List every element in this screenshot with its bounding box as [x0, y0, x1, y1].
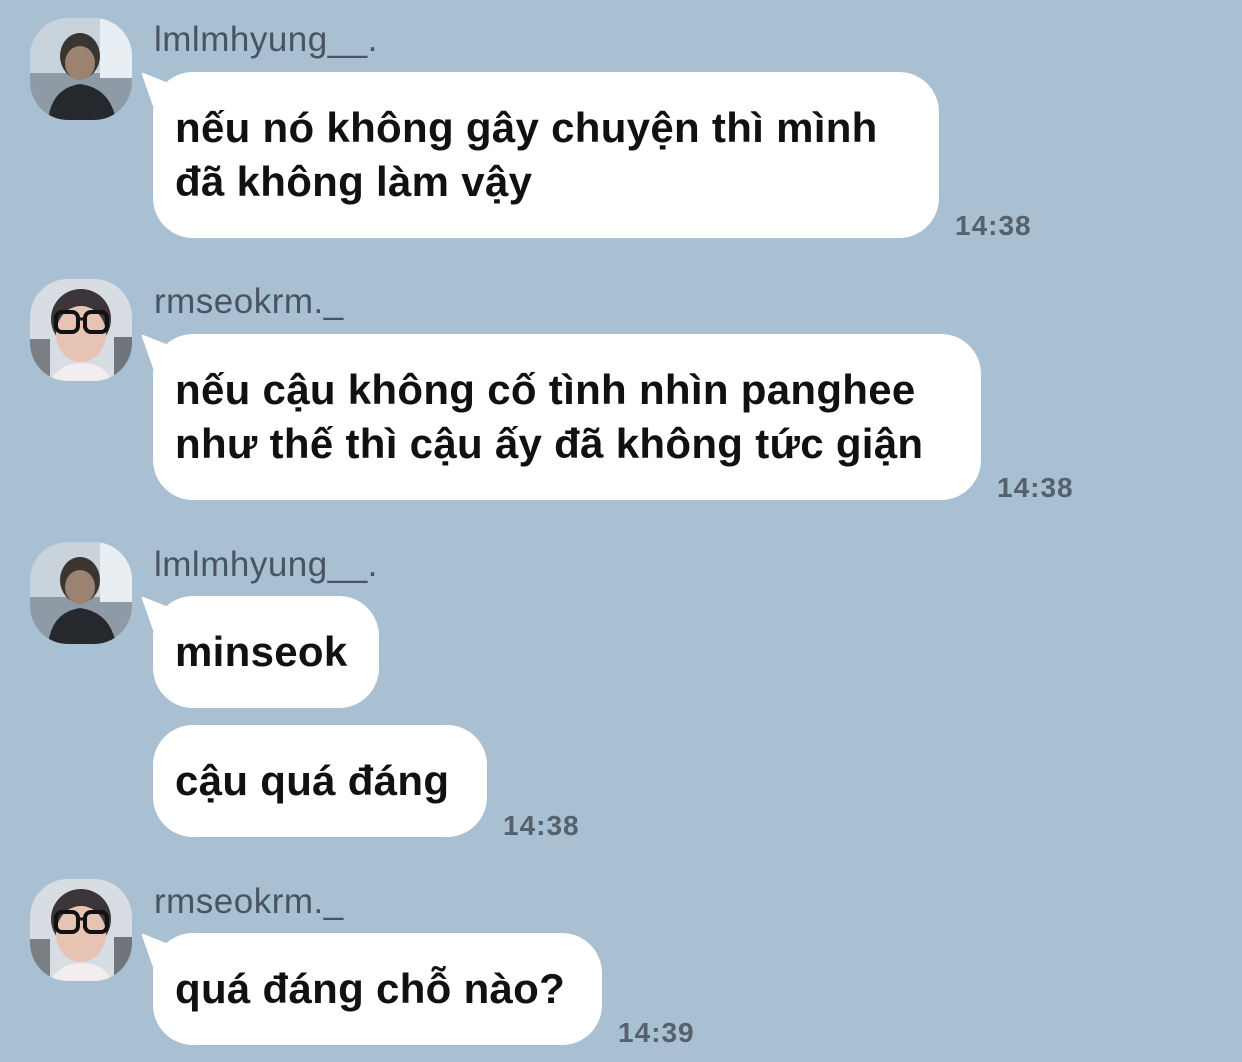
profile-photo-icon [30, 279, 132, 381]
message-bubble[interactable]: minseok [153, 596, 379, 708]
message-text-line: cậu quá đáng [175, 757, 450, 804]
profile-photo-icon [30, 879, 132, 981]
sender-name: lmlmhyung__. [154, 545, 378, 584]
message-bubble[interactable]: quá đáng chỗ nào? [153, 933, 602, 1045]
message-bubble[interactable]: nếu nó không gây chuyện thì mình đã khôn… [153, 72, 939, 238]
avatar[interactable] [30, 18, 132, 120]
sender-name: rmseokrm._ [154, 882, 344, 921]
avatar[interactable] [30, 542, 132, 644]
profile-photo-icon [30, 542, 132, 644]
message-text-line: quá đáng chỗ nào? [175, 965, 566, 1012]
profile-photo-icon [30, 18, 132, 120]
message-text-line: nếu cậu không cố tình nhìn panghee [175, 366, 916, 413]
message-timestamp: 14:38 [503, 810, 580, 841]
message-timestamp: 14:39 [618, 1017, 695, 1048]
message-text-line: nếu nó không gây chuyện thì mình [175, 104, 878, 151]
message-timestamp: 14:38 [955, 210, 1032, 241]
avatar[interactable] [30, 879, 132, 981]
avatar[interactable] [30, 279, 132, 381]
message-bubble[interactable]: cậu quá đáng [153, 725, 487, 837]
message-text-line: như thế thì cậu ấy đã không tức giận [175, 420, 924, 467]
message-timestamp: 14:38 [997, 472, 1074, 503]
message-bubble[interactable]: nếu cậu không cố tình nhìn panghee như t… [153, 334, 981, 500]
sender-name: lmlmhyung__. [154, 20, 378, 59]
message-text-line: minseok [175, 628, 348, 675]
message-text-line: đã không làm vậy [175, 158, 533, 205]
sender-name: rmseokrm._ [154, 282, 344, 321]
